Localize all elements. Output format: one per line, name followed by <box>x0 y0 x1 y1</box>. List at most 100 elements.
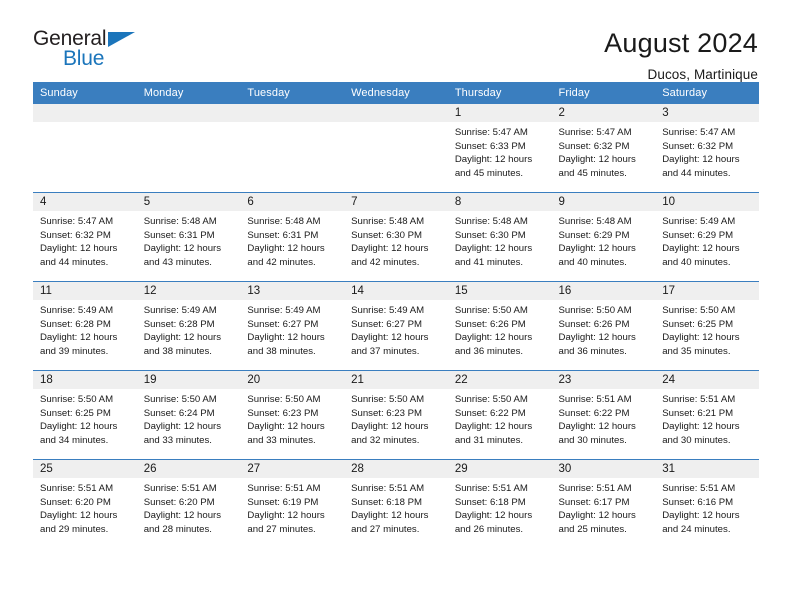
calendar-day-cell[interactable]: 20 Sunrise: 5:50 AM Sunset: 6:23 PM Dayligh… <box>240 370 345 460</box>
day-info-line: Sunset: 6:25 PM <box>662 318 734 330</box>
day-cell-content: 20 Sunrise: 5:50 AM Sunset: 6:23 PM Dayligh… <box>240 371 345 459</box>
calendar-page: General Blue August 2024 Ducos, Martiniq… <box>0 0 792 612</box>
day-info-line: Sunrise: 5:47 AM <box>454 127 528 138</box>
day-info-line: and 29 minutes. <box>40 523 109 535</box>
day-info-line: Sunset: 6:28 PM <box>143 318 215 330</box>
calendar-body: 1 Sunrise: 5:47 AM Sunset: 6:33 PM Daylight… <box>33 104 759 548</box>
day-info-line: Daylight: 12 hours <box>351 332 429 344</box>
day-cell-content: 13 Sunrise: 5:49 AM Sunset: 6:27 PM Dayligh… <box>240 282 345 370</box>
day-info-line: Daylight: 12 hours <box>558 154 636 166</box>
day-info-line: and 40 minutes. <box>662 256 731 268</box>
page-title: August 2024 <box>604 28 758 58</box>
day-sun-info <box>137 122 241 126</box>
day-info-line: and 41 minutes. <box>454 256 524 268</box>
calendar-day-cell[interactable]: 24 Sunrise: 5:51 AM Sunset: 6:21 PM Dayligh… <box>655 370 759 460</box>
calendar-day-cell[interactable]: 25 Sunrise: 5:51 AM Sunset: 6:20 PM Dayligh… <box>33 459 137 548</box>
day-info-line: and 42 minutes. <box>351 256 420 268</box>
calendar-day-cell[interactable]: 3 Sunrise: 5:47 AM Sunset: 6:32 PM Daylight… <box>655 104 759 193</box>
day-cell-content: 25 Sunrise: 5:51 AM Sunset: 6:20 PM Dayligh… <box>33 460 137 548</box>
calendar-week-row: 1 Sunrise: 5:47 AM Sunset: 6:33 PM Daylight… <box>33 104 759 193</box>
calendar-day-cell[interactable]: 30 Sunrise: 5:51 AM Sunset: 6:17 PM Dayligh… <box>551 459 656 548</box>
calendar-day-cell[interactable]: 15 Sunrise: 5:50 AM Sunset: 6:26 PM Dayligh… <box>447 281 552 371</box>
day-info-line: and 38 minutes. <box>143 345 212 357</box>
day-info-line: Sunset: 6:21 PM <box>662 407 734 419</box>
calendar-day-cell[interactable]: 13 Sunrise: 5:49 AM Sunset: 6:27 PM Dayligh… <box>240 281 345 371</box>
day-info-line: Sunset: 6:17 PM <box>558 496 630 508</box>
day-number: 24 <box>655 371 759 389</box>
day-cell-content: 15 Sunrise: 5:50 AM Sunset: 6:26 PM Dayligh… <box>447 282 552 370</box>
day-info-line: Daylight: 12 hours <box>351 510 429 522</box>
calendar-day-cell[interactable]: 21 Sunrise: 5:50 AM Sunset: 6:23 PM Dayligh… <box>344 370 448 460</box>
day-sun-info: Sunrise: 5:50 AM Sunset: 6:26 PM Daylight:… <box>448 300 552 358</box>
day-cell-content: 1 Sunrise: 5:47 AM Sunset: 6:33 PM Daylight… <box>447 104 552 192</box>
day-number: 31 <box>655 460 759 478</box>
day-info-line: Sunrise: 5:50 AM <box>143 394 217 405</box>
calendar-day-cell[interactable]: 18 Sunrise: 5:50 AM Sunset: 6:25 PM Dayligh… <box>33 370 137 460</box>
calendar-grid: Sunday Monday Tuesday Wednesday Thursday Frid… <box>33 82 759 548</box>
calendar-day-cell[interactable]: 8 Sunrise: 5:48 AM Sunset: 6:30 PM Daylight… <box>447 192 552 282</box>
calendar-day-cell[interactable]: 28 Sunrise: 5:51 AM Sunset: 6:18 PM Dayligh… <box>344 459 448 548</box>
calendar-day-cell[interactable]: 12 Sunrise: 5:49 AM Sunset: 6:28 PM Dayligh… <box>136 281 241 371</box>
calendar-day-cell[interactable]: 6 Sunrise: 5:48 AM Sunset: 6:31 PM Daylight… <box>240 192 345 282</box>
day-info-line: Daylight: 12 hours <box>558 243 636 255</box>
day-info-line: Sunrise: 5:48 AM <box>351 216 425 227</box>
calendar-day-cell[interactable]: 22 Sunrise: 5:50 AM Sunset: 6:22 PM Dayligh… <box>447 370 552 460</box>
day-sun-info: Sunrise: 5:49 AM Sunset: 6:27 PM Daylight:… <box>344 300 448 358</box>
day-cell-content: 8 Sunrise: 5:48 AM Sunset: 6:30 PM Daylight… <box>447 193 552 281</box>
calendar-day-cell[interactable]: 31 Sunrise: 5:51 AM Sunset: 6:16 PM Dayligh… <box>655 459 759 548</box>
logo-text-general: General <box>33 27 107 50</box>
calendar-day-cell[interactable]: 29 Sunrise: 5:51 AM Sunset: 6:18 PM Dayligh… <box>447 459 552 548</box>
day-info-line: Daylight: 12 hours <box>247 243 325 255</box>
day-info-line: and 30 minutes. <box>662 434 731 446</box>
general-blue-logo[interactable]: General Blue <box>33 28 153 74</box>
day-number: 11 <box>33 282 137 300</box>
day-info-line: Daylight: 12 hours <box>351 243 429 255</box>
day-info-line: and 24 minutes. <box>662 523 731 535</box>
day-info-line: Daylight: 12 hours <box>40 510 118 522</box>
calendar-day-cell[interactable]: 27 Sunrise: 5:51 AM Sunset: 6:19 PM Dayligh… <box>240 459 345 548</box>
calendar-day-cell[interactable]: 4 Sunrise: 5:47 AM Sunset: 6:32 PM Daylight… <box>33 192 137 282</box>
day-cell-content: 21 Sunrise: 5:50 AM Sunset: 6:23 PM Dayligh… <box>344 371 448 459</box>
calendar-day-cell[interactable]: 1 Sunrise: 5:47 AM Sunset: 6:33 PM Daylight… <box>447 104 552 193</box>
day-cell-content: 7 Sunrise: 5:48 AM Sunset: 6:30 PM Daylight… <box>344 193 448 281</box>
calendar-week-row: 18 Sunrise: 5:50 AM Sunset: 6:25 PM Dayligh… <box>33 370 759 460</box>
day-number: 17 <box>655 282 759 300</box>
day-info-line: and 26 minutes. <box>454 523 524 535</box>
calendar-day-cell[interactable]: 11 Sunrise: 5:49 AM Sunset: 6:28 PM Dayligh… <box>33 281 137 371</box>
day-info-line: Daylight: 12 hours <box>662 332 740 344</box>
day-number: 27 <box>240 460 345 478</box>
day-sun-info: Sunrise: 5:47 AM Sunset: 6:33 PM Daylight:… <box>448 122 552 180</box>
day-info-line: Sunset: 6:26 PM <box>454 318 526 330</box>
day-info-line: and 42 minutes. <box>247 256 316 268</box>
day-cell-content: 12 Sunrise: 5:49 AM Sunset: 6:28 PM Dayligh… <box>136 282 241 370</box>
day-number: 3 <box>655 104 759 122</box>
day-number: 13 <box>240 282 345 300</box>
day-info-line: and 25 minutes. <box>558 523 627 535</box>
calendar-day-cell[interactable]: 10 Sunrise: 5:49 AM Sunset: 6:29 PM Dayligh… <box>655 192 759 282</box>
calendar-day-cell[interactable]: 5 Sunrise: 5:48 AM Sunset: 6:31 PM Daylight… <box>136 192 241 282</box>
day-sun-info: Sunrise: 5:51 AM Sunset: 6:21 PM Daylight:… <box>655 389 759 447</box>
day-info-line: Sunset: 6:31 PM <box>247 229 319 241</box>
day-info-line: and 28 minutes. <box>143 523 212 535</box>
day-number <box>344 104 448 122</box>
calendar-day-cell[interactable]: 19 Sunrise: 5:50 AM Sunset: 6:24 PM Dayligh… <box>136 370 241 460</box>
calendar-day-cell[interactable]: 9 Sunrise: 5:48 AM Sunset: 6:29 PM Daylight… <box>551 192 656 282</box>
calendar-day-cell[interactable]: 16 Sunrise: 5:50 AM Sunset: 6:26 PM Dayligh… <box>551 281 656 371</box>
day-info-line: and 33 minutes. <box>143 434 212 446</box>
day-sun-info: Sunrise: 5:51 AM Sunset: 6:20 PM Daylight:… <box>137 478 241 536</box>
day-sun-info: Sunrise: 5:47 AM Sunset: 6:32 PM Daylight:… <box>33 211 137 269</box>
day-number: 6 <box>240 193 345 211</box>
page-header: General Blue August 2024 Ducos, Martiniq… <box>0 0 792 82</box>
calendar-day-cell[interactable]: 26 Sunrise: 5:51 AM Sunset: 6:20 PM Dayligh… <box>136 459 241 548</box>
calendar-day-cell[interactable]: 7 Sunrise: 5:48 AM Sunset: 6:30 PM Daylight… <box>344 192 448 282</box>
day-cell-content: 28 Sunrise: 5:51 AM Sunset: 6:18 PM Dayligh… <box>344 460 448 548</box>
day-number: 26 <box>136 460 241 478</box>
calendar-day-cell[interactable]: 2 Sunrise: 5:47 AM Sunset: 6:32 PM Daylight… <box>551 104 656 193</box>
day-info-line: Sunset: 6:32 PM <box>558 140 630 152</box>
calendar-day-cell[interactable]: 14 Sunrise: 5:49 AM Sunset: 6:27 PM Dayligh… <box>344 281 448 371</box>
day-info-line: Sunset: 6:30 PM <box>454 229 526 241</box>
weekday-header-friday: Friday <box>551 82 656 104</box>
day-info-line: Sunrise: 5:49 AM <box>662 216 736 227</box>
calendar-day-cell[interactable]: 23 Sunrise: 5:51 AM Sunset: 6:22 PM Dayligh… <box>551 370 656 460</box>
calendar-day-cell[interactable]: 17 Sunrise: 5:50 AM Sunset: 6:25 PM Dayligh… <box>655 281 759 371</box>
